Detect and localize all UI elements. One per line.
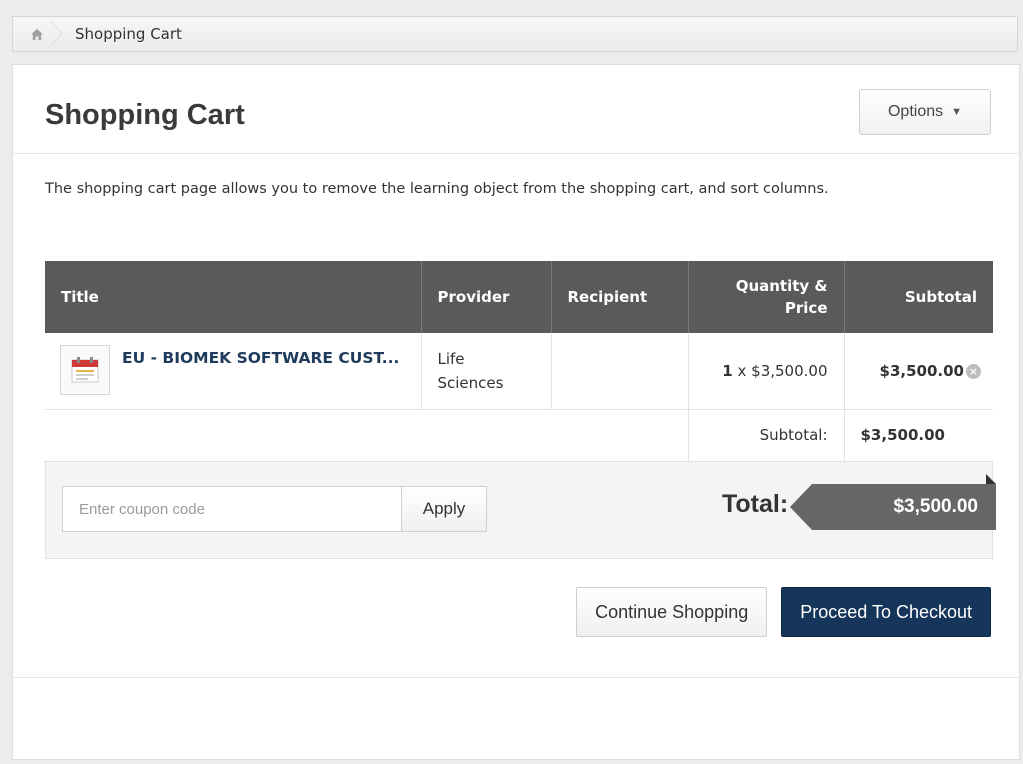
item-title-link[interactable]: EU - BIOMEK SOFTWARE CUST... <box>122 349 399 367</box>
coupon-total-area: Apply Total: $3,500.00 <box>45 461 996 559</box>
page-description: The shopping cart page allows you to rem… <box>45 181 829 197</box>
total-value: $3,500.00 <box>893 496 978 517</box>
cell-recipient <box>550 333 688 410</box>
quantity-value: 1 <box>722 361 733 380</box>
table-row: EU - BIOMEK SOFTWARE CUST... Life Scienc… <box>45 333 993 410</box>
cell-provider: Life Sciences <box>420 333 551 410</box>
cart-table: Title Provider Recipient Quantity & Pric… <box>45 261 993 461</box>
caret-down-icon: ▼ <box>951 106 963 118</box>
apply-coupon-button[interactable]: Apply <box>401 486 487 532</box>
column-header-recipient[interactable]: Recipient <box>550 261 688 333</box>
total-label: Total: <box>722 490 789 518</box>
panel-header: Shopping Cart Options ▼ <box>13 65 1019 154</box>
home-icon[interactable] <box>13 17 61 51</box>
options-label: Options <box>887 103 944 120</box>
subtotal-spacer <box>45 409 688 461</box>
column-header-quantity-price[interactable]: Quantity & Price <box>687 261 844 333</box>
footer-divider <box>13 677 1019 678</box>
breadcrumb: Shopping Cart <box>12 16 1018 52</box>
column-header-subtotal[interactable]: Subtotal <box>843 261 993 333</box>
home-icon-glyph <box>31 28 43 40</box>
subtotal-label: Subtotal: <box>687 409 844 461</box>
cell-subtotal: $3,500.00 × <box>843 333 993 410</box>
table-header-row: Title Provider Recipient Quantity & Pric… <box>45 261 993 333</box>
breadcrumb-current: Shopping Cart <box>75 25 182 43</box>
cart-actions: Continue Shopping Proceed To Checkout <box>576 587 991 637</box>
item-subtotal: $3,500.00 <box>879 361 964 380</box>
continue-shopping-button[interactable]: Continue Shopping <box>576 587 768 637</box>
options-button[interactable]: Options ▼ <box>859 89 991 135</box>
remove-item-icon[interactable]: × <box>966 363 981 379</box>
calendar-icon-glyph <box>71 357 99 383</box>
unit-price: x $3,500.00 <box>737 361 828 380</box>
subtotal-value: $3,500.00 <box>843 409 993 461</box>
column-header-provider[interactable]: Provider <box>420 261 551 333</box>
proceed-to-checkout-button[interactable]: Proceed To Checkout <box>781 587 991 637</box>
subtotal-row: Subtotal: $3,500.00 <box>45 409 993 461</box>
coupon-code-input[interactable] <box>62 486 402 532</box>
cell-quantity-price: 1 x $3,500.00 <box>687 333 844 410</box>
calendar-icon <box>60 345 110 395</box>
cell-title: EU - BIOMEK SOFTWARE CUST... <box>45 333 421 410</box>
page-title: Shopping Cart <box>45 99 245 131</box>
shopping-cart-panel: Shopping Cart Options ▼ The shopping car… <box>12 64 1020 760</box>
column-header-title[interactable]: Title <box>45 261 421 333</box>
total-price-tag: $3,500.00 <box>790 474 996 530</box>
